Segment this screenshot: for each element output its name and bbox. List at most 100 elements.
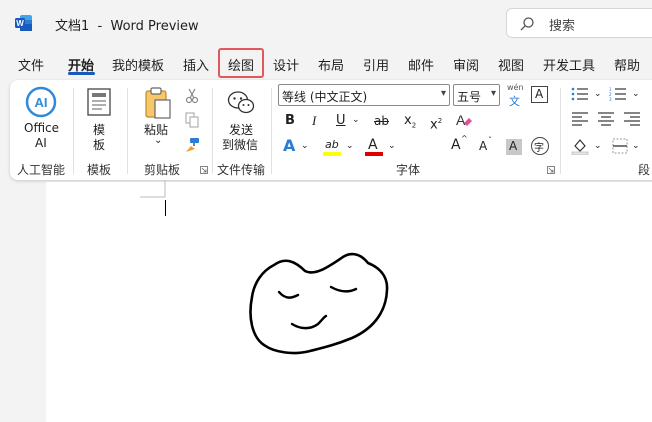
shrink-font-text: A <box>479 139 488 153</box>
tab-mailings[interactable]: 邮件 <box>408 55 434 74</box>
tab-file[interactable]: 文件 <box>18 55 44 74</box>
font-launcher-icon[interactable] <box>547 166 555 174</box>
office-ai-label-1[interactable]: Office <box>24 121 59 135</box>
wechat-icon[interactable] <box>227 90 255 116</box>
shrink-font-button[interactable]: A ˇ <box>479 136 497 155</box>
text-effects-chevron-icon[interactable]: ⌄ <box>301 141 309 151</box>
text-effects-button[interactable]: A <box>283 138 295 154</box>
send-wechat-label-2[interactable]: 到微信 <box>222 136 258 153</box>
strikethrough-button[interactable]: ab <box>374 113 389 129</box>
group-label-ai: 人工智能 <box>17 163 66 177</box>
numbering-icon[interactable]: 1 2 3 <box>609 87 627 101</box>
tab-review[interactable]: 审阅 <box>453 55 479 74</box>
font-name-value: 等线 (中文正文) <box>282 90 368 104</box>
chevron-down-icon: ▾ <box>490 88 496 99</box>
clipboard-launcher-icon[interactable] <box>200 166 208 174</box>
borders-chevron-icon[interactable]: ⌄ <box>632 141 640 151</box>
group-separator <box>212 88 213 174</box>
group-label-template: 模板 <box>87 163 112 177</box>
page-margin-marker <box>140 180 166 198</box>
office-ai-logo-text: AI <box>35 95 48 110</box>
tab-my-templates[interactable]: 我的模板 <box>112 55 164 74</box>
tab-view[interactable]: 视图 <box>498 55 524 74</box>
highlight-chevron-icon[interactable]: ⌄ <box>346 141 354 151</box>
paste-dropdown-chevron-icon[interactable]: ⌄ <box>154 135 162 146</box>
font-size-select[interactable]: 五号 ▾ <box>453 84 500 106</box>
tab-help[interactable]: 帮助 <box>614 55 640 74</box>
grow-font-caret-icon: ^ <box>461 134 468 143</box>
tab-layout[interactable]: 布局 <box>318 55 344 74</box>
tab-insert[interactable]: 插入 <box>183 55 209 74</box>
character-shading-button[interactable]: A <box>506 139 522 155</box>
underline-button[interactable]: U <box>336 113 346 129</box>
highlight-color-text: ab <box>325 138 339 151</box>
office-ai-button[interactable]: AI <box>25 86 57 118</box>
group-label-font: 字体 <box>396 163 421 177</box>
grow-font-text: A <box>451 137 461 153</box>
bullets-chevron-icon[interactable]: ⌄ <box>594 89 602 99</box>
bullets-icon[interactable] <box>571 87 589 101</box>
italic-button[interactable]: I <box>312 113 316 129</box>
phonetic-guide-button[interactable]: wén 文 <box>504 83 526 108</box>
paragraph-shading-icon[interactable] <box>571 137 589 155</box>
active-tab-indicator <box>68 72 95 75</box>
title-bar: W 文档1 - Word Preview 搜索 <box>0 0 652 46</box>
highlight-swatch <box>323 152 341 156</box>
office-ai-label-2[interactable]: AI <box>35 136 47 150</box>
ink-drawing[interactable] <box>240 245 395 360</box>
tab-developer[interactable]: 开发工具 <box>543 55 595 74</box>
tab-references[interactable]: 引用 <box>363 55 389 74</box>
align-center-icon[interactable] <box>598 112 614 126</box>
superscript-button[interactable]: x2 <box>430 113 442 133</box>
font-color-chevron-icon[interactable]: ⌄ <box>388 141 396 151</box>
enclose-characters-button[interactable]: 字 <box>531 137 549 155</box>
paste-icon[interactable] <box>143 87 173 119</box>
enclose-characters-text: 字 <box>534 143 544 154</box>
search-input[interactable]: 搜索 <box>506 8 652 38</box>
align-right-icon[interactable] <box>624 112 640 126</box>
highlight-color-button[interactable]: ab <box>322 138 342 158</box>
align-left-icon[interactable] <box>572 112 588 126</box>
doc-name: 文档1 <box>55 19 90 34</box>
ribbon-tabs: 文件 开始 我的模板 插入 绘图 设计 布局 引用 邮件 审阅 视图 开发工具 … <box>0 46 652 78</box>
character-border-text: A <box>535 87 544 101</box>
svg-text:3: 3 <box>609 97 612 101</box>
underline-dropdown-chevron-icon[interactable]: ⌄ <box>352 115 360 125</box>
group-separator <box>560 88 561 174</box>
svg-text:W: W <box>16 19 24 28</box>
text-cursor <box>165 200 166 216</box>
grow-font-button[interactable]: A ^ <box>451 134 469 155</box>
borders-icon[interactable] <box>612 138 628 154</box>
office-ai-icon: AI <box>25 86 57 118</box>
svg-text:A: A <box>456 112 466 128</box>
format-painter-icon[interactable] <box>184 137 200 153</box>
font-size-value: 五号 <box>457 90 482 104</box>
subscript-button[interactable]: x2 <box>404 113 416 134</box>
search-icon <box>520 17 534 31</box>
phonetic-guide-top: wén <box>507 83 524 92</box>
draw-tab-highlight <box>218 48 264 78</box>
group-separator <box>73 88 74 174</box>
search-placeholder: 搜索 <box>549 19 576 34</box>
numbering-chevron-icon[interactable]: ⌄ <box>632 89 640 99</box>
group-separator <box>127 88 128 174</box>
font-name-select[interactable]: 等线 (中文正文) ▾ <box>278 84 450 106</box>
window-title: 文档1 - Word Preview <box>55 15 199 34</box>
font-color-button[interactable]: A <box>364 137 384 157</box>
cut-icon[interactable] <box>185 88 199 104</box>
shading-chevron-icon[interactable]: ⌄ <box>594 141 602 151</box>
character-border-button[interactable]: A <box>531 86 548 103</box>
tab-design[interactable]: 设计 <box>273 55 299 74</box>
phonetic-guide-bottom: 文 <box>509 95 520 108</box>
title-separator: - <box>97 19 103 34</box>
group-label-paragraph: 段 <box>638 163 651 177</box>
superscript-text: x <box>430 117 438 133</box>
copy-icon[interactable] <box>185 112 199 128</box>
bold-button[interactable]: B <box>285 113 295 129</box>
template-icon[interactable] <box>86 88 112 116</box>
clear-formatting-icon[interactable]: A <box>455 111 473 129</box>
group-label-transfer: 文件传输 <box>217 163 266 177</box>
shrink-font-caret-icon: ˇ <box>488 136 492 145</box>
chevron-down-icon: ▾ <box>440 88 446 99</box>
template-label-2[interactable]: 板 <box>93 136 105 153</box>
